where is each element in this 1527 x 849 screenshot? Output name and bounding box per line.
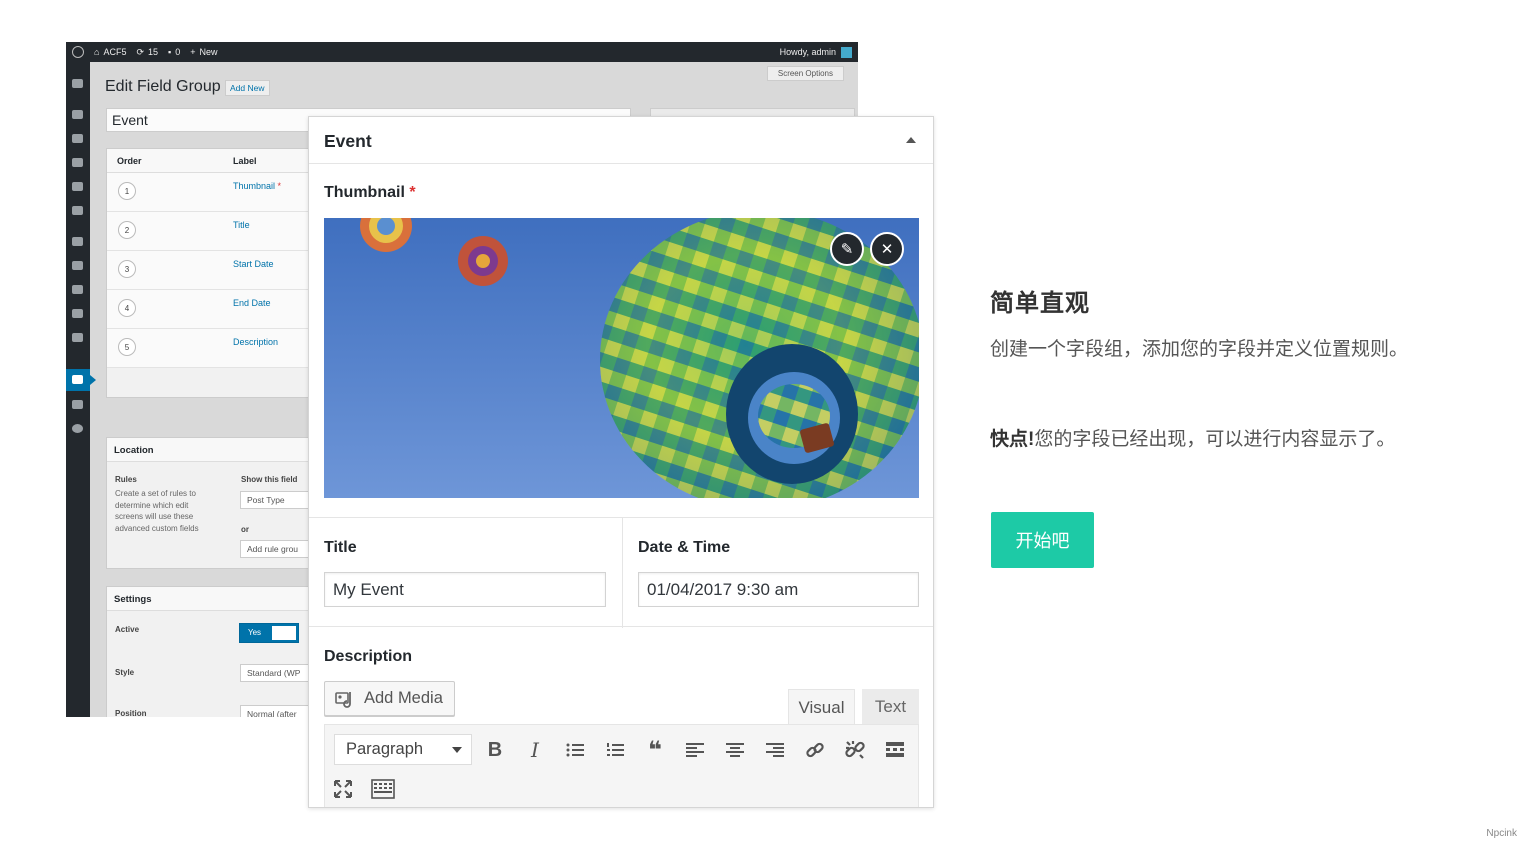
- pages-icon[interactable]: [72, 158, 83, 167]
- admin-bar: ⌂ ACF5 ⟳ 15 ▪ 0 + New Howdy, admin: [66, 42, 858, 62]
- media-icon[interactable]: [72, 134, 83, 143]
- read-more-icon[interactable]: [882, 737, 908, 763]
- users-icon[interactable]: [72, 285, 83, 294]
- promo-paragraph-1: 创建一个字段组，添加您的字段并定义位置规则。: [990, 339, 1409, 360]
- toolbar-toggle-icon[interactable]: [370, 776, 396, 802]
- plus-icon: +: [190, 47, 196, 57]
- dashboard-icon[interactable]: [72, 79, 83, 88]
- pin-icon[interactable]: [72, 237, 83, 246]
- blockquote-icon[interactable]: ❝: [642, 737, 668, 764]
- align-right-icon[interactable]: [762, 737, 788, 763]
- site-name-link[interactable]: ⌂ ACF5: [94, 47, 126, 57]
- add-new-button[interactable]: Add New: [225, 80, 270, 96]
- bold-icon[interactable]: B: [482, 737, 508, 763]
- promo-paragraph-2-lead: 快点!: [990, 429, 1035, 450]
- datetime-input[interactable]: 01/04/2017 9:30 am: [638, 572, 919, 607]
- comment-icon: ▪: [168, 47, 172, 57]
- admin-side-menu: [66, 62, 96, 717]
- promo-paragraph-2: 快点!您的字段已经出现，可以进行内容显示了。: [990, 423, 1410, 457]
- promo-heading: 简单直观: [990, 290, 1090, 317]
- thumbnail-label: Thumbnail *: [324, 184, 416, 201]
- plugins-icon[interactable]: [72, 261, 83, 270]
- card-header: Event: [309, 117, 933, 164]
- comments-icon[interactable]: [72, 182, 83, 191]
- edit-image-button[interactable]: ✎: [830, 232, 864, 266]
- collapse-arrow-icon[interactable]: [906, 137, 916, 143]
- pin-icon[interactable]: [72, 206, 83, 215]
- active-toggle[interactable]: Yes: [239, 623, 299, 643]
- title-label: Title: [324, 539, 357, 556]
- format-select[interactable]: Paragraph: [334, 734, 472, 765]
- updates-icon: ⟳: [136, 46, 144, 57]
- watermark: Npcink: [1486, 828, 1517, 839]
- comments-link[interactable]: ▪ 0: [168, 47, 180, 57]
- fullscreen-icon[interactable]: [330, 776, 356, 802]
- datetime-label: Date & Time: [638, 539, 731, 556]
- title-datetime-row: Title My Event Date & Time 01/04/2017 9:…: [309, 517, 933, 628]
- pencil-icon: ✎: [840, 241, 854, 258]
- bullet-list-icon[interactable]: [562, 737, 588, 763]
- remove-image-button[interactable]: ✕: [870, 232, 904, 266]
- page-title: Edit Field Group: [105, 78, 221, 95]
- wordpress-logo-icon[interactable]: [72, 46, 84, 58]
- promo-paragraph-2-body: 您的字段已经出现，可以进行内容显示了。: [1034, 429, 1396, 450]
- align-left-icon[interactable]: [682, 737, 708, 763]
- italic-icon[interactable]: I: [522, 737, 548, 763]
- tab-text[interactable]: Text: [862, 689, 919, 725]
- close-icon: ✕: [880, 241, 894, 258]
- custom-fields-icon: [72, 375, 83, 384]
- posts-icon[interactable]: [72, 110, 83, 119]
- editor-toolbar: Paragraph B I ❝: [324, 724, 919, 807]
- unlink-icon[interactable]: [842, 737, 868, 763]
- new-content-link[interactable]: + New: [190, 47, 217, 57]
- hot-air-balloon-photo: [324, 218, 919, 498]
- settings-icon[interactable]: [72, 333, 83, 342]
- tab-visual[interactable]: Visual: [788, 689, 855, 725]
- collapse-menu-icon[interactable]: [72, 424, 83, 433]
- screen-options-button[interactable]: Screen Options: [766, 66, 844, 81]
- event-field-group-card: Event Thumbnail * ✎ ✕ Title My Event Dat…: [308, 116, 934, 808]
- account-menu[interactable]: Howdy, admin: [780, 42, 852, 62]
- link-icon[interactable]: [802, 737, 828, 763]
- numbered-list-icon[interactable]: [602, 737, 628, 763]
- description-label: Description: [324, 648, 413, 665]
- avatar: [841, 46, 852, 58]
- title-input[interactable]: My Event: [324, 572, 606, 607]
- align-center-icon[interactable]: [722, 737, 748, 763]
- tools-icon[interactable]: [72, 309, 83, 318]
- get-started-button[interactable]: 开始吧: [991, 512, 1094, 568]
- column-divider: [622, 518, 623, 628]
- card-title: Event: [324, 131, 372, 151]
- thumbnail-image[interactable]: ✎ ✕: [324, 218, 919, 498]
- add-media-button[interactable]: Add Media: [324, 681, 455, 716]
- updates-link[interactable]: ⟳ 15: [136, 47, 158, 58]
- required-asterisk: *: [409, 184, 416, 201]
- gear-icon[interactable]: [72, 400, 83, 409]
- add-media-icon: [335, 691, 351, 708]
- chevron-down-icon: [452, 747, 462, 753]
- home-icon: ⌂: [94, 47, 100, 57]
